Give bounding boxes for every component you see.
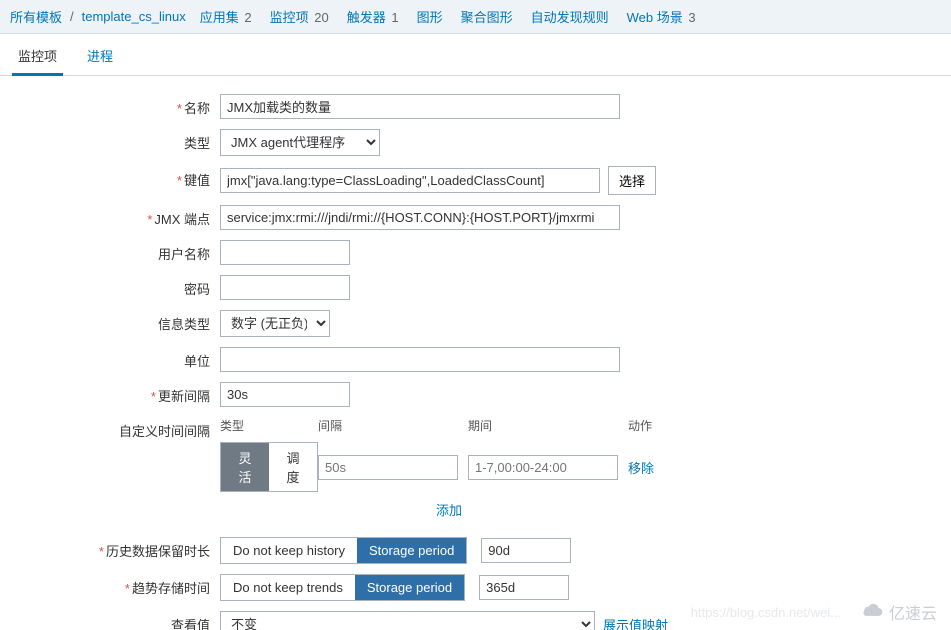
history-no-button[interactable]: Do not keep history <box>221 538 357 563</box>
update-interval-input[interactable] <box>220 382 350 407</box>
show-value-mapping-link[interactable]: 展示值映射 <box>603 615 668 630</box>
interval-col-period: 期间 <box>468 417 628 434</box>
type-select[interactable]: JMX agent代理程序 <box>220 129 380 156</box>
tab-screen[interactable]: 聚合图形 <box>461 7 513 26</box>
interval-period-input[interactable] <box>468 455 618 480</box>
form-area: *名称 类型 JMX agent代理程序 *键值 选择 *JMX 端点 用户名称 <box>0 76 951 630</box>
show-value-select[interactable]: 不变 <box>220 611 595 630</box>
update-interval-label: 更新间隔 <box>158 389 210 404</box>
top-tabs: 应用集 2 监控项 20 触发器 1 图形 聚合图形 自动发现规则 Web 场景… <box>200 7 696 26</box>
watermark-brand: 亿速云 <box>859 600 937 624</box>
breadcrumb-sep: / <box>70 9 74 24</box>
name-input[interactable] <box>220 94 620 119</box>
tab-appset[interactable]: 应用集 2 <box>200 7 252 26</box>
top-nav: 所有模板 / template_cs_linux 应用集 2 监控项 20 触发… <box>0 0 951 34</box>
tab-discovery[interactable]: 自动发现规则 <box>531 7 609 26</box>
tab-trigger[interactable]: 触发器 1 <box>347 7 399 26</box>
history-toggle: Do not keep history Storage period <box>220 537 467 564</box>
trends-value-input[interactable] <box>479 575 569 600</box>
tab-graph[interactable]: 图形 <box>417 7 443 26</box>
username-input[interactable] <box>220 240 350 265</box>
breadcrumb-root[interactable]: 所有模板 <box>10 7 62 26</box>
subtab-item[interactable]: 监控项 <box>12 42 63 76</box>
units-label: 单位 <box>184 354 210 369</box>
cloud-icon <box>859 603 885 621</box>
units-input[interactable] <box>220 347 620 372</box>
username-label: 用户名称 <box>158 247 210 262</box>
custom-interval-label: 自定义时间间隔 <box>119 424 210 439</box>
tab-monitor[interactable]: 监控项 20 <box>270 7 329 26</box>
breadcrumb-current[interactable]: template_cs_linux <box>82 9 186 24</box>
trends-period-button[interactable]: Storage period <box>355 575 464 600</box>
key-select-button[interactable]: 选择 <box>608 166 656 195</box>
jmx-endpoint-label: JMX 端点 <box>154 212 210 227</box>
info-type-label: 信息类型 <box>158 317 210 332</box>
interval-col-type: 类型 <box>220 417 318 434</box>
subtab-process[interactable]: 进程 <box>81 42 119 75</box>
key-input[interactable] <box>220 168 600 193</box>
watermark-url: https://blog.csdn.net/wei... <box>691 605 841 620</box>
interval-value-input[interactable] <box>318 455 458 480</box>
trends-no-button[interactable]: Do not keep trends <box>221 575 355 600</box>
trends-label: 趋势存储时间 <box>132 581 210 596</box>
interval-type-sched[interactable]: 调度 <box>269 443 317 491</box>
interval-add-link[interactable]: 添加 <box>436 503 462 518</box>
info-type-select[interactable]: 数字 (无正负) <box>220 310 330 337</box>
password-input[interactable] <box>220 275 350 300</box>
interval-col-interval: 间隔 <box>318 417 468 434</box>
type-label: 类型 <box>184 136 210 151</box>
history-label: 历史数据保留时长 <box>106 544 210 559</box>
history-value-input[interactable] <box>481 538 571 563</box>
sub-tabs: 监控项 进程 <box>0 34 951 76</box>
history-period-button[interactable]: Storage period <box>357 538 466 563</box>
interval-remove-link[interactable]: 移除 <box>628 461 654 476</box>
interval-type-toggle: 灵活 调度 <box>220 442 318 492</box>
tab-web[interactable]: Web 场景 3 <box>627 7 696 26</box>
trends-toggle: Do not keep trends Storage period <box>220 574 465 601</box>
name-label: 名称 <box>184 101 210 116</box>
jmx-endpoint-input[interactable] <box>220 205 620 230</box>
key-label: 键值 <box>184 173 210 188</box>
interval-col-action: 动作 <box>628 417 678 434</box>
interval-type-flex[interactable]: 灵活 <box>221 443 269 491</box>
show-value-label: 查看值 <box>171 618 210 630</box>
password-label: 密码 <box>184 282 210 297</box>
